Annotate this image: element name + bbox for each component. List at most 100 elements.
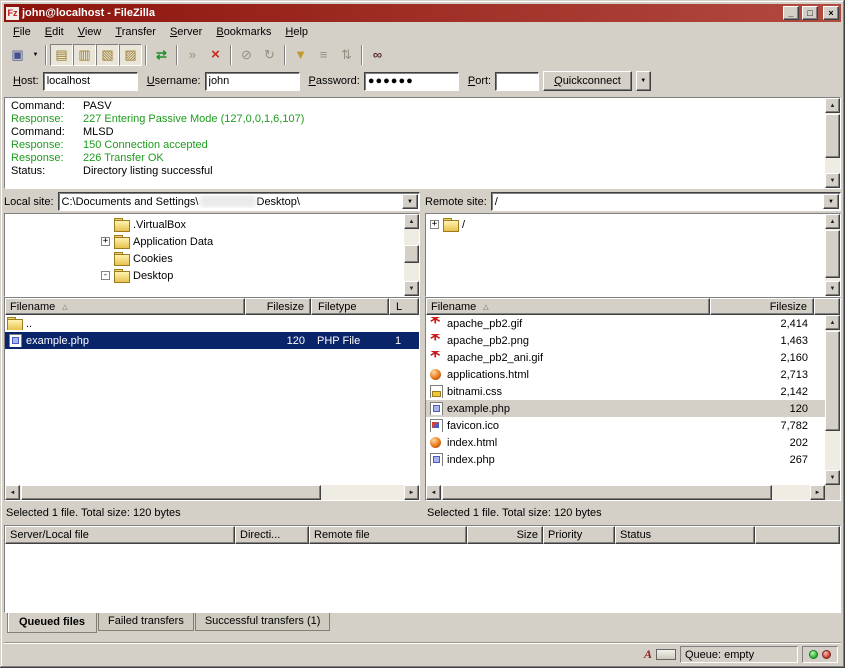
site-manager-dropdown-button[interactable]: ▼ <box>29 44 42 66</box>
scroll-thumb[interactable] <box>404 245 419 263</box>
scroll-up-icon[interactable]: ▲ <box>404 214 419 229</box>
file-row[interactable]: index.html202 <box>426 434 825 451</box>
expander-icon[interactable]: + <box>430 220 439 229</box>
scroll-track[interactable] <box>825 229 840 281</box>
cancel-button[interactable]: × <box>204 44 227 66</box>
toggle-message-log-button[interactable]: ▤ <box>50 44 73 66</box>
scroll-track[interactable] <box>825 113 840 173</box>
tree-item-application-data[interactable]: +Application Data <box>5 233 404 250</box>
scroll-thumb[interactable] <box>825 230 840 278</box>
scroll-left-icon[interactable]: ◄ <box>426 485 441 500</box>
filter-button[interactable]: ▼ <box>289 44 312 66</box>
local-path-dropdown-button[interactable]: ▼ <box>402 194 418 209</box>
filetype-column-header[interactable]: Filetype <box>311 298 389 315</box>
maximize-button[interactable]: □ <box>802 6 818 20</box>
host-input[interactable] <box>43 72 138 91</box>
remote-list-scrollbar[interactable]: ▲ ▼ <box>825 315 840 485</box>
priority-column-header[interactable]: Priority <box>543 526 615 544</box>
file-row[interactable]: applications.html2,713 <box>426 366 825 383</box>
expander-icon[interactable]: + <box>101 237 110 246</box>
close-button[interactable]: × <box>823 6 839 20</box>
expander-icon[interactable]: - <box>101 271 110 280</box>
titlebar[interactable]: Fz john@localhost - FileZilla _ □ × <box>4 4 841 22</box>
file-row-example-php[interactable]: example.php120PHP File1 <box>5 332 419 349</box>
menu-item-server[interactable]: Server <box>163 24 209 40</box>
scroll-up-icon[interactable]: ▲ <box>825 98 840 113</box>
size-column-header[interactable]: Size <box>467 526 543 544</box>
scroll-right-icon[interactable]: ► <box>810 485 825 500</box>
minimize-button[interactable]: _ <box>783 6 799 20</box>
status-column-header[interactable]: Status <box>615 526 755 544</box>
filesize-column-header[interactable]: Filesize <box>245 298 311 315</box>
disconnect-icon: ⊘ <box>241 47 252 63</box>
menu-item-edit[interactable]: Edit <box>38 24 71 40</box>
menu-item-file[interactable]: File <box>6 24 38 40</box>
scroll-track[interactable] <box>404 229 419 281</box>
scroll-thumb[interactable] <box>442 485 772 500</box>
menu-item-help[interactable]: Help <box>278 24 315 40</box>
scroll-down-icon[interactable]: ▼ <box>825 470 840 485</box>
scroll-track[interactable] <box>441 485 810 500</box>
filename-column-header[interactable]: Filename△ <box>5 298 245 315</box>
file-row[interactable]: bitnami.css2,142 <box>426 383 825 400</box>
direction-column-header[interactable]: Directi... <box>235 526 309 544</box>
refresh-button[interactable]: ⇄ <box>150 44 173 66</box>
filename-column-header[interactable]: Filename△ <box>426 298 710 315</box>
tree-item-root[interactable]: +/ <box>426 216 825 233</box>
file-row[interactable]: favicon.ico7,782 <box>426 417 825 434</box>
tab-queued-files[interactable]: Queued files <box>7 613 97 633</box>
scroll-thumb[interactable] <box>825 331 840 431</box>
scroll-track[interactable] <box>825 330 840 470</box>
local-path-value[interactable]: C:\Documents and Settings\Desktop\ <box>59 195 402 208</box>
quickconnect-dropdown-button[interactable]: ▼ <box>636 71 651 91</box>
tab-successful-transfers[interactable]: Successful transfers (1) <box>195 613 331 631</box>
scroll-left-icon[interactable]: ◄ <box>5 485 20 500</box>
filesize-column-header[interactable]: Filesize <box>710 298 814 315</box>
scroll-down-icon[interactable]: ▼ <box>825 281 840 296</box>
image-file-icon <box>429 334 443 347</box>
password-input[interactable] <box>364 72 459 91</box>
log-scrollbar[interactable]: ▲ ▼ <box>825 98 840 188</box>
menu-item-view[interactable]: View <box>71 24 109 40</box>
server-local-file-column-header[interactable]: Server/Local file <box>5 526 235 544</box>
menu-item-bookmarks[interactable]: Bookmarks <box>209 24 278 40</box>
tree-item-desktop[interactable]: -Desktop <box>5 267 404 284</box>
tree-item-cookies[interactable]: Cookies <box>5 250 404 267</box>
filezilla-logo-icon[interactable]: Fz <box>6 7 19 20</box>
tab-failed-transfers[interactable]: Failed transfers <box>98 613 194 631</box>
scroll-thumb[interactable] <box>825 114 840 158</box>
scroll-track[interactable] <box>20 485 404 500</box>
menu-item-transfer[interactable]: Transfer <box>108 24 163 40</box>
scroll-up-icon[interactable]: ▲ <box>825 214 840 229</box>
file-row[interactable]: apache_pb2.gif2,414 <box>426 315 825 332</box>
find-files-button[interactable]: ∞ <box>366 44 389 66</box>
file-row[interactable]: index.php267 <box>426 451 825 468</box>
filename-cell: applications.html <box>447 369 529 381</box>
toggle-queue-button[interactable]: ▨ <box>119 44 142 66</box>
username-input[interactable] <box>205 72 300 91</box>
file-row-parent-dir[interactable]: .. <box>5 315 419 332</box>
remote-file-column-header[interactable]: Remote file <box>309 526 467 544</box>
tree-item-virtualbox[interactable]: .VirtualBox <box>5 216 404 233</box>
toggle-local-tree-button[interactable]: ▥ <box>73 44 96 66</box>
file-row-example-php[interactable]: example.php120 <box>426 400 825 417</box>
last-modified-column-header[interactable]: L <box>389 298 419 315</box>
remote-tree-scrollbar[interactable]: ▲ ▼ <box>825 214 840 296</box>
file-row[interactable]: apache_pb2_ani.gif2,160 <box>426 349 825 366</box>
scroll-right-icon[interactable]: ► <box>404 485 419 500</box>
scroll-down-icon[interactable]: ▼ <box>404 281 419 296</box>
scroll-down-icon[interactable]: ▼ <box>825 173 840 188</box>
local-list-hscrollbar[interactable]: ◄ ► <box>5 485 419 500</box>
scroll-thumb[interactable] <box>21 485 321 500</box>
file-row[interactable]: apache_pb2.png1,463 <box>426 332 825 349</box>
toggle-remote-tree-button[interactable]: ▧ <box>96 44 119 66</box>
remote-list-hscrollbar[interactable]: ◄ ► <box>426 485 825 500</box>
quickconnect-button[interactable]: Quickconnect <box>543 71 632 91</box>
remote-path-value[interactable]: / <box>492 196 823 208</box>
site-manager-button[interactable]: ▣ <box>6 44 29 66</box>
port-input[interactable] <box>495 72 539 91</box>
filename-cell: .. <box>26 318 32 330</box>
remote-path-dropdown-button[interactable]: ▼ <box>823 194 839 209</box>
local-tree-scrollbar[interactable]: ▲ ▼ <box>404 214 419 296</box>
scroll-up-icon[interactable]: ▲ <box>825 315 840 330</box>
